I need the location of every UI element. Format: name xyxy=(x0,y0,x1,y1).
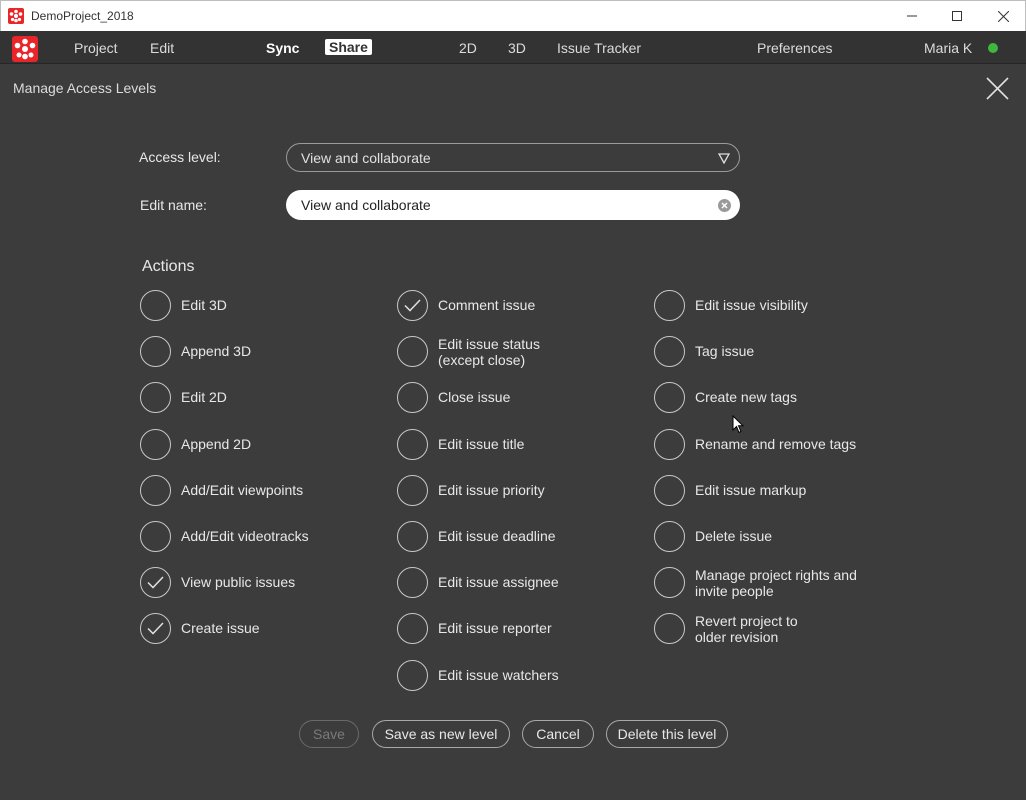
minimize-icon xyxy=(907,15,917,17)
menu-edit[interactable]: Edit xyxy=(150,40,174,56)
action-label[interactable]: Edit issue markup xyxy=(695,482,806,498)
action-label[interactable]: Edit issue status (except close) xyxy=(438,336,540,368)
action-checkbox[interactable] xyxy=(140,613,171,644)
close-icon xyxy=(986,77,1009,100)
action-checkbox[interactable] xyxy=(654,336,685,367)
window-titlebar: DemoProject_2018 xyxy=(0,0,1026,31)
action-checkbox[interactable] xyxy=(397,660,428,691)
online-status-icon xyxy=(988,43,998,53)
action-label[interactable]: Revert project to older revision xyxy=(695,613,798,645)
action-label[interactable]: Edit issue assignee xyxy=(438,574,559,590)
user-name[interactable]: Maria K xyxy=(924,40,972,56)
action-label[interactable]: Comment issue xyxy=(438,297,535,313)
action-checkbox[interactable] xyxy=(654,521,685,552)
action-checkbox[interactable] xyxy=(140,336,171,367)
action-checkbox[interactable] xyxy=(397,429,428,460)
action-label[interactable]: Edit issue visibility xyxy=(695,297,808,313)
clear-input-button[interactable] xyxy=(717,198,732,213)
action-checkbox[interactable] xyxy=(140,521,171,552)
menu-preferences[interactable]: Preferences xyxy=(757,40,832,56)
action-checkbox[interactable] xyxy=(140,290,171,321)
dropdown-arrow-icon xyxy=(718,153,730,164)
action-label[interactable]: Edit issue priority xyxy=(438,482,545,498)
action-label[interactable]: Create issue xyxy=(181,620,260,636)
action-checkbox[interactable] xyxy=(140,475,171,506)
action-label[interactable]: Edit 3D xyxy=(181,297,227,313)
delete-level-button[interactable]: Delete this level xyxy=(606,720,728,748)
actions-heading: Actions xyxy=(142,258,195,275)
close-window-button[interactable] xyxy=(980,1,1026,31)
mouse-cursor-icon xyxy=(732,415,744,434)
app-logo[interactable] xyxy=(12,36,38,62)
close-icon xyxy=(997,10,1009,22)
action-label[interactable]: View public issues xyxy=(181,574,295,590)
action-label[interactable]: Add/Edit viewpoints xyxy=(181,482,303,498)
action-label[interactable]: Manage project rights and invite people xyxy=(695,567,857,599)
checkmark-icon xyxy=(147,622,164,635)
menu-issue-tracker[interactable]: Issue Tracker xyxy=(557,40,641,56)
menu-sync[interactable]: Sync xyxy=(266,40,299,56)
action-label[interactable]: Tag issue xyxy=(695,343,754,359)
action-checkbox[interactable] xyxy=(654,475,685,506)
menu-3d[interactable]: 3D xyxy=(508,40,526,56)
action-label[interactable]: Edit issue watchers xyxy=(438,667,559,683)
action-label[interactable]: Append 3D xyxy=(181,343,251,359)
action-label[interactable]: Add/Edit videotracks xyxy=(181,528,309,544)
access-level-label: Access level: xyxy=(139,149,221,165)
action-checkbox[interactable] xyxy=(140,382,171,413)
cancel-button[interactable]: Cancel xyxy=(522,720,594,748)
action-checkbox[interactable] xyxy=(140,429,171,460)
clear-icon xyxy=(718,199,731,212)
action-checkbox[interactable] xyxy=(654,382,685,413)
edit-name-input[interactable] xyxy=(286,190,740,220)
save-button[interactable]: Save xyxy=(299,720,359,748)
minimize-button[interactable] xyxy=(889,1,935,31)
action-checkbox[interactable] xyxy=(397,475,428,506)
checkmark-icon xyxy=(404,299,421,312)
action-label[interactable]: Edit issue deadline xyxy=(438,528,556,544)
action-checkbox[interactable] xyxy=(654,290,685,321)
action-checkbox[interactable] xyxy=(397,382,428,413)
action-checkbox[interactable] xyxy=(654,567,685,598)
action-checkbox[interactable] xyxy=(654,613,685,644)
action-label[interactable]: Close issue xyxy=(438,389,510,405)
menu-project[interactable]: Project xyxy=(74,40,118,56)
checkmark-icon xyxy=(147,576,164,589)
edit-name-label: Edit name: xyxy=(140,197,207,213)
menu-share[interactable]: Share xyxy=(325,39,372,55)
action-label[interactable]: Edit 2D xyxy=(181,389,227,405)
dialog-title: Manage Access Levels xyxy=(13,80,157,96)
action-label[interactable]: Edit issue reporter xyxy=(438,620,552,636)
action-label[interactable]: Create new tags xyxy=(695,389,797,405)
action-checkbox[interactable] xyxy=(397,613,428,644)
action-checkbox[interactable] xyxy=(397,521,428,552)
action-label[interactable]: Edit issue title xyxy=(438,436,524,452)
menu-2d[interactable]: 2D xyxy=(459,40,477,56)
action-checkbox[interactable] xyxy=(397,290,428,321)
save-as-new-level-button[interactable]: Save as new level xyxy=(372,720,510,748)
action-checkbox[interactable] xyxy=(140,567,171,598)
access-level-value: View and collaborate xyxy=(301,150,431,166)
menu-bar: Project Edit Sync Share 2D 3D Issue Trac… xyxy=(0,31,1026,64)
close-dialog-button[interactable] xyxy=(985,76,1010,101)
action-label[interactable]: Delete issue xyxy=(695,528,772,544)
maximize-icon xyxy=(952,11,962,21)
action-checkbox[interactable] xyxy=(397,567,428,598)
access-level-select[interactable]: View and collaborate xyxy=(286,143,740,172)
window-title: DemoProject_2018 xyxy=(31,9,134,23)
action-label[interactable]: Append 2D xyxy=(181,436,251,452)
app-icon xyxy=(8,8,24,24)
action-label[interactable]: Rename and remove tags xyxy=(695,436,856,452)
action-checkbox[interactable] xyxy=(397,336,428,367)
action-checkbox[interactable] xyxy=(654,429,685,460)
maximize-button[interactable] xyxy=(934,1,980,31)
